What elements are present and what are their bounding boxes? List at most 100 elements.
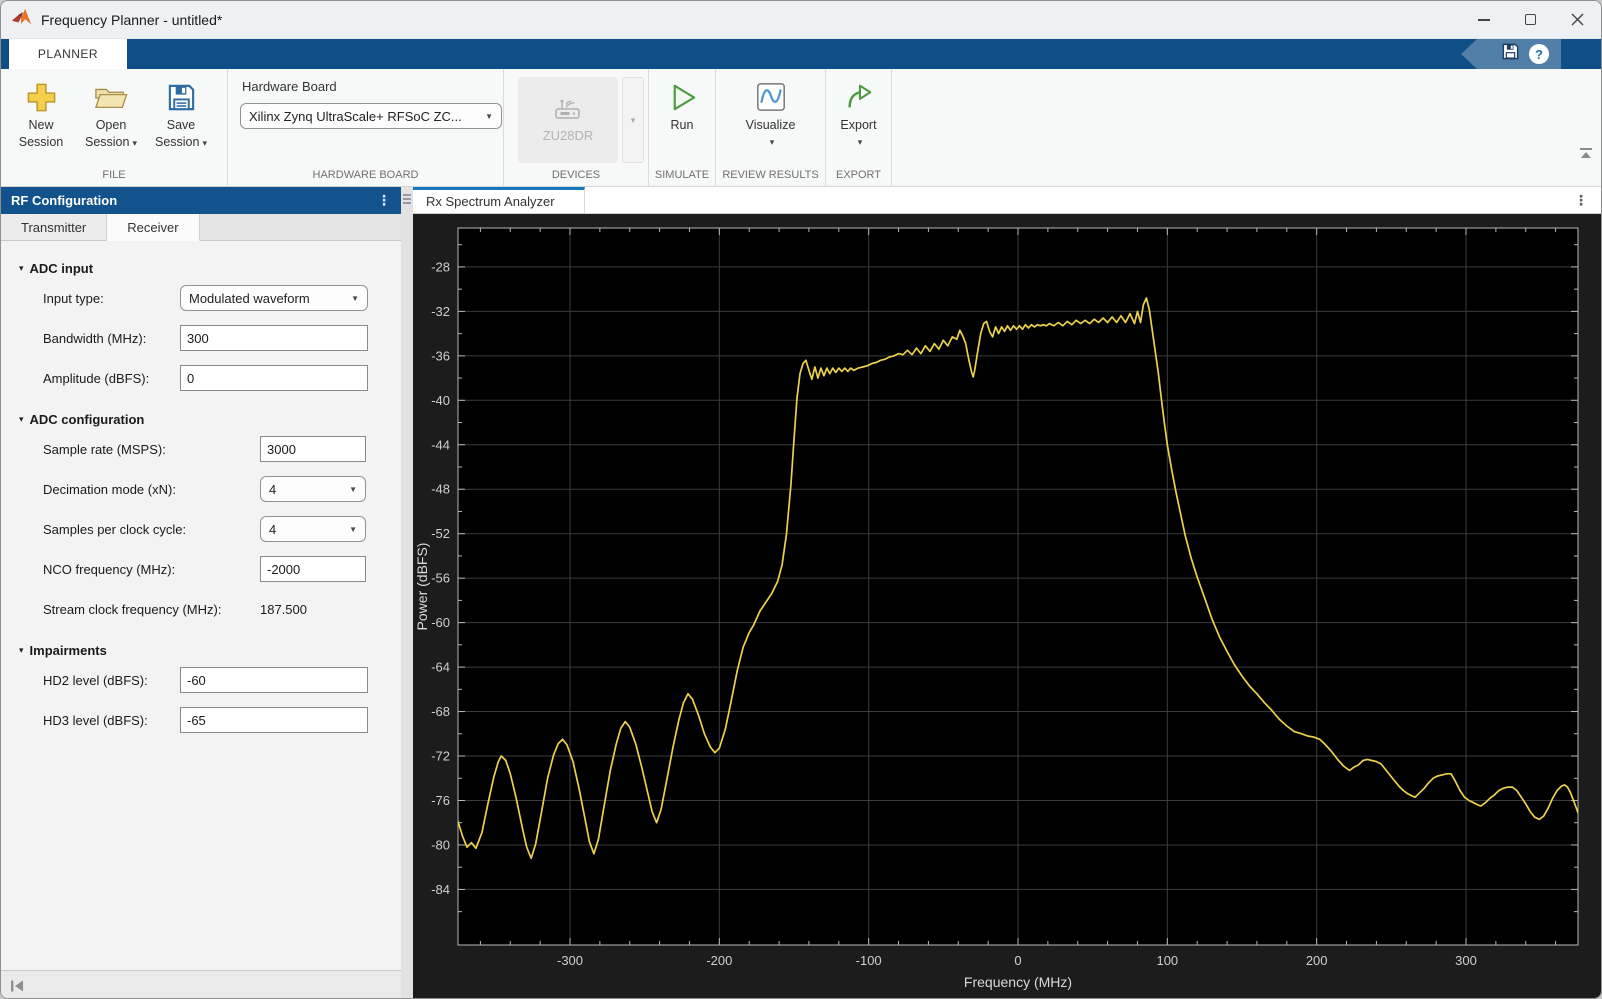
panel-menu-icon[interactable]: ⋮ [377,192,391,209]
row-decimation-mode: Decimation mode (xN): 4 ▼ [1,469,401,509]
quick-access-toolbar: ? [1461,39,1561,69]
section-label-export: EXPORT [835,169,882,181]
svg-text:-100: -100 [856,953,882,968]
hd2-level-field[interactable] [180,667,368,693]
titlebar: Frequency Planner - untitled* [1,1,1601,39]
section-label-hardware: HARDWARE BOARD [312,169,419,181]
row-input-type: Input type: Modulated waveform ▼ [1,278,401,318]
visualize-icon [755,77,787,117]
samples-per-clock-dropdown-arrow-icon: ▼ [349,524,357,534]
toolstrip-section-simulate: Run SIMULATE [649,69,716,186]
hd3-level-field[interactable] [180,707,368,733]
svg-text:0: 0 [1014,953,1021,968]
svg-text:300: 300 [1455,953,1477,968]
export-dropdown-icon: ▾ [857,137,863,147]
svg-text:Frequency (MHz): Frequency (MHz) [964,974,1072,990]
amplitude-field[interactable] [180,365,368,391]
device-dropdown-button[interactable]: ▾ [622,77,644,163]
close-icon [1571,13,1584,26]
row-samples-per-clock: Samples per clock cycle: 4 ▼ [1,509,401,549]
new-session-button[interactable]: New Session [6,77,76,151]
visualize-button[interactable]: Visualize ▾ [726,77,816,151]
svg-text:-80: -80 [431,837,450,852]
matlab-logo-icon [11,6,33,33]
section-label-file: FILE [102,169,126,181]
minimize-button[interactable] [1460,1,1507,38]
decimation-mode-dropdown[interactable]: 4 ▼ [260,476,366,502]
svg-text:Power (dBFS): Power (dBFS) [414,543,430,631]
open-session-icon [94,77,128,117]
save-session-icon [166,77,197,117]
hardware-board-dropdown[interactable]: Xilinx Zynq UltraScale+ RFSoC ZC... ▼ [240,103,502,129]
collapse-toolstrip-icon [1580,148,1592,158]
figure-tab-bar: Rx Spectrum Analyzer ⋮ [413,187,1601,214]
run-button[interactable]: Run [650,77,714,134]
sample-rate-field[interactable] [260,436,366,462]
maximize-icon [1525,14,1536,25]
svg-text:-48: -48 [431,482,450,497]
window-controls [1460,1,1601,38]
tab-planner[interactable]: PLANNER [9,39,127,69]
spectrum-figure: -300 -200 -100 0 100 200 300 -28 -32 -36 -40 -44 -48… [413,214,1601,998]
section-impairments[interactable]: ▾ Impairments [19,643,401,658]
main-area: RF Configuration ⋮ Transmitter Receiver … [1,187,1601,998]
help-button[interactable]: ? [1529,44,1549,64]
panel-divider[interactable] [401,187,413,998]
section-adc-input[interactable]: ▾ ADC input [19,261,401,276]
new-session-icon [25,77,58,117]
row-hd2-level: HD2 level (dBFS): [1,660,401,700]
maximize-button[interactable] [1507,1,1554,38]
input-type-dropdown-arrow-icon: ▼ [351,293,359,303]
svg-text:-72: -72 [431,749,450,764]
divider-grip-icon [403,194,411,204]
save-session-dropdown-icon: ▾ [202,138,207,148]
rf-configuration-panel: RF Configuration ⋮ Transmitter Receiver … [1,187,401,998]
nco-frequency-field[interactable] [260,556,366,582]
svg-text:-52: -52 [431,526,450,541]
export-icon [843,77,875,117]
toolstrip-section-devices: ZU28DR ▾ DEVICES [504,69,649,186]
quick-save-button[interactable] [1501,42,1520,66]
toolstrip-section-export: Export ▾ EXPORT [826,69,892,186]
input-type-dropdown[interactable]: Modulated waveform ▼ [180,285,368,311]
row-sample-rate: Sample rate (MSPS): [1,429,401,469]
bandwidth-field[interactable] [180,325,368,351]
device-icon [555,99,580,119]
toolstrip: New Session Open Session ▾ Save Session … [1,69,1601,187]
svg-text:-64: -64 [431,660,450,675]
tab-rx-spectrum-analyzer[interactable]: Rx Spectrum Analyzer [413,187,585,213]
tab-transmitter[interactable]: Transmitter [1,214,108,240]
svg-text:-44: -44 [431,437,450,452]
collapse-triangle-icon: ▾ [19,263,24,273]
svg-text:-68: -68 [431,704,450,719]
samples-per-clock-dropdown[interactable]: 4 ▼ [260,516,366,542]
open-session-button[interactable]: Open Session ▾ [76,77,146,152]
hardware-board-label: Hardware Board [242,79,337,94]
collapse-triangle-icon: ▾ [19,414,24,424]
close-button[interactable] [1554,1,1601,38]
export-button[interactable]: Export ▾ [828,77,890,151]
svg-text:200: 200 [1306,953,1328,968]
save-icon [1502,43,1519,60]
tab-receiver[interactable]: Receiver [107,214,200,241]
svg-text:-300: -300 [557,953,583,968]
device-zu28dr-button[interactable]: ZU28DR [518,77,618,163]
section-label-devices: DEVICES [551,169,601,181]
save-session-button[interactable]: Save Session ▾ [146,77,216,152]
figure-panel: Rx Spectrum Analyzer ⋮ -300 -200 -100 0 100 2… [413,187,1601,998]
decimation-mode-dropdown-arrow-icon: ▼ [349,484,357,494]
row-amplitude: Amplitude (dBFS): [1,358,401,398]
collapse-panel-icon[interactable] [10,980,25,992]
panel-title: RF Configuration [11,193,118,208]
panel-status-bar [1,970,401,998]
figure-menu-icon[interactable]: ⋮ [1574,187,1588,213]
minimize-icon [1477,18,1490,21]
svg-text:100: 100 [1156,953,1178,968]
collapse-toolstrip-button[interactable] [1579,146,1593,164]
rf-config-tab-bar: Transmitter Receiver [1,214,401,241]
svg-text:-28: -28 [431,259,450,274]
receiver-form: ▾ ADC input Input type: Modulated wavefo… [1,241,401,970]
section-label-review: REVIEW RESULTS [722,169,819,181]
section-adc-configuration[interactable]: ▾ ADC configuration [19,412,401,427]
svg-text:-40: -40 [431,393,450,408]
